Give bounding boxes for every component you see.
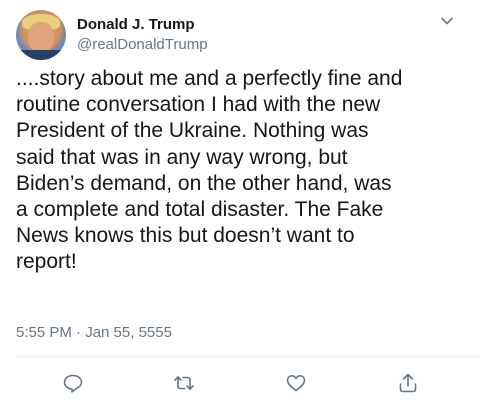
retweet-icon[interactable]	[173, 372, 195, 394]
heart-icon[interactable]	[285, 372, 307, 394]
reply-icon[interactable]	[62, 372, 84, 394]
tweet-timestamp[interactable]: 5:55 PM · Jan 55, 5555	[16, 324, 172, 341]
display-name[interactable]: Donald J. Trump	[77, 16, 195, 33]
avatar[interactable]	[16, 10, 66, 60]
share-icon[interactable]	[397, 372, 419, 394]
chevron-down-icon[interactable]	[440, 14, 454, 28]
divider	[16, 356, 480, 357]
user-handle[interactable]: @realDonaldTrump	[77, 36, 208, 53]
tweet-card: Donald J. Trump @realDonaldTrump ....sto…	[0, 0, 480, 410]
avatar-face	[28, 22, 54, 52]
avatar-shirt	[16, 50, 66, 60]
tweet-text: ....story about me and a perfectly fine …	[16, 67, 403, 274]
